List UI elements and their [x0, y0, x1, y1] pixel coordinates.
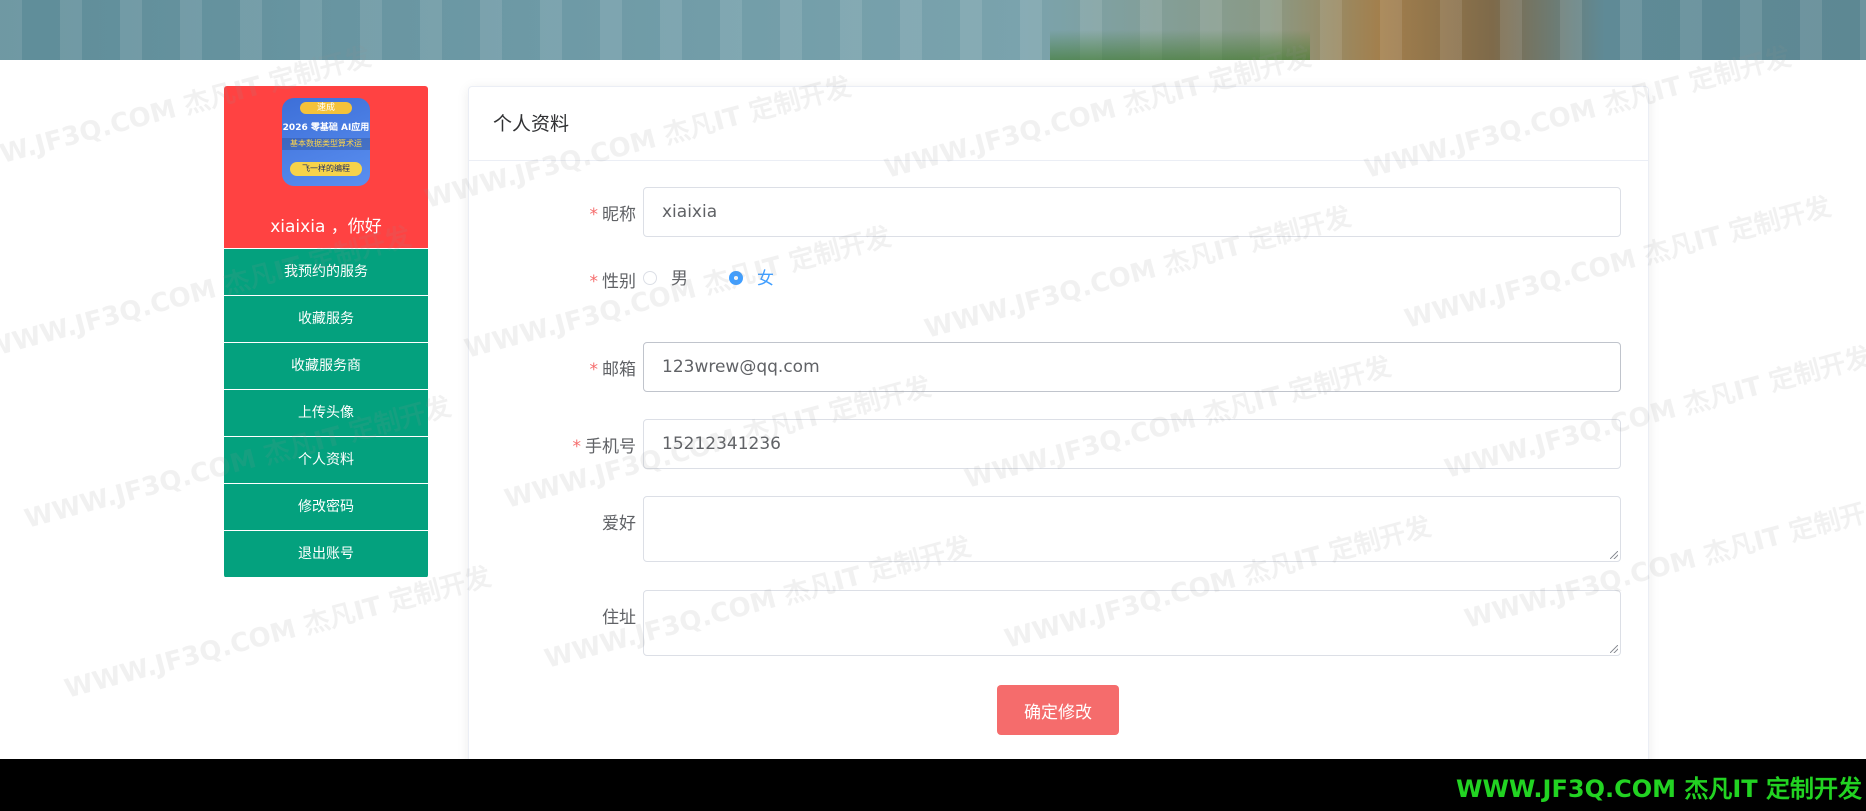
- avatar-text-line2: 基本数据类型算术运: [282, 138, 370, 150]
- required-mark: *: [589, 205, 599, 225]
- top-banner: [0, 0, 1866, 60]
- required-mark: *: [572, 437, 582, 457]
- radio-circle: [643, 271, 657, 285]
- phone-input[interactable]: 15212341236: [643, 419, 1621, 469]
- gender-label-text: 性别: [602, 272, 636, 292]
- confirm-update-button[interactable]: 确定修改: [997, 685, 1119, 735]
- menu-item-upload-avatar[interactable]: 上传头像: [224, 389, 428, 436]
- gender-option-male: 男: [671, 269, 688, 289]
- email-label: * 邮箱: [590, 355, 637, 380]
- nickname-input[interactable]: xiaixia: [643, 187, 1621, 237]
- user-sidebar: 速成 2026 零基础 AI应用 基本数据类型算术运 飞一样的编程 xiaixi…: [224, 86, 428, 578]
- email-input[interactable]: 123wrew@qq.com: [643, 342, 1621, 392]
- required-mark: *: [589, 272, 599, 292]
- address-label: 住址: [602, 608, 636, 628]
- radio-circle-checked: [729, 271, 743, 285]
- watermark-text: WWW.JF3Q.COM 杰凡IT 定制开发: [61, 561, 495, 705]
- hobby-label: 爱好: [602, 514, 636, 534]
- profile-panel: 个人资料 * 昵称 xiaixia * 性别 男 女 * 邮箱 123wrew@qq.…: [468, 86, 1649, 808]
- menu-item-favorite-providers[interactable]: 收藏服务商: [224, 342, 428, 389]
- footer-bar: WWW.JF3Q.COM 杰凡IT 定制开发: [0, 759, 1866, 811]
- panel-title: 个人资料: [469, 87, 1648, 161]
- gender-label: * 性别: [590, 267, 637, 292]
- required-mark: *: [589, 360, 599, 380]
- user-greeting: xiaixia ，你好: [270, 217, 382, 237]
- phone-label: * 手机号: [573, 432, 637, 457]
- email-label-text: 邮箱: [602, 360, 636, 380]
- avatar-tag: 速成: [300, 102, 352, 114]
- menu-item-favorite-services[interactable]: 收藏服务: [224, 295, 428, 342]
- profile-card: 速成 2026 零基础 AI应用 基本数据类型算术运 飞一样的编程 xiaixi…: [224, 86, 428, 248]
- banner-decoration: [1050, 30, 1310, 60]
- avatar-text-line1: 2026 零基础 AI应用: [282, 123, 370, 133]
- nickname-label: * 昵称: [590, 200, 637, 225]
- resize-handle-icon[interactable]: [1610, 551, 1618, 559]
- gender-option-female: 女: [757, 269, 774, 289]
- address-textarea[interactable]: [643, 590, 1621, 656]
- menu-item-profile[interactable]: 个人资料: [224, 436, 428, 483]
- avatar: 速成 2026 零基础 AI应用 基本数据类型算术运 飞一样的编程: [282, 98, 370, 186]
- phone-label-text: 手机号: [585, 437, 636, 457]
- nickname-label-text: 昵称: [602, 205, 636, 225]
- avatar-text-line3: 飞一样的编程: [290, 162, 362, 176]
- hobby-textarea[interactable]: [643, 496, 1621, 562]
- menu-item-change-password[interactable]: 修改密码: [224, 483, 428, 530]
- resize-handle-icon[interactable]: [1610, 645, 1618, 653]
- footer-brand: WWW.JF3Q.COM 杰凡IT 定制开发: [1455, 775, 1862, 803]
- menu-item-my-bookings[interactable]: 我预约的服务: [224, 248, 428, 295]
- menu-item-logout[interactable]: 退出账号: [224, 530, 428, 577]
